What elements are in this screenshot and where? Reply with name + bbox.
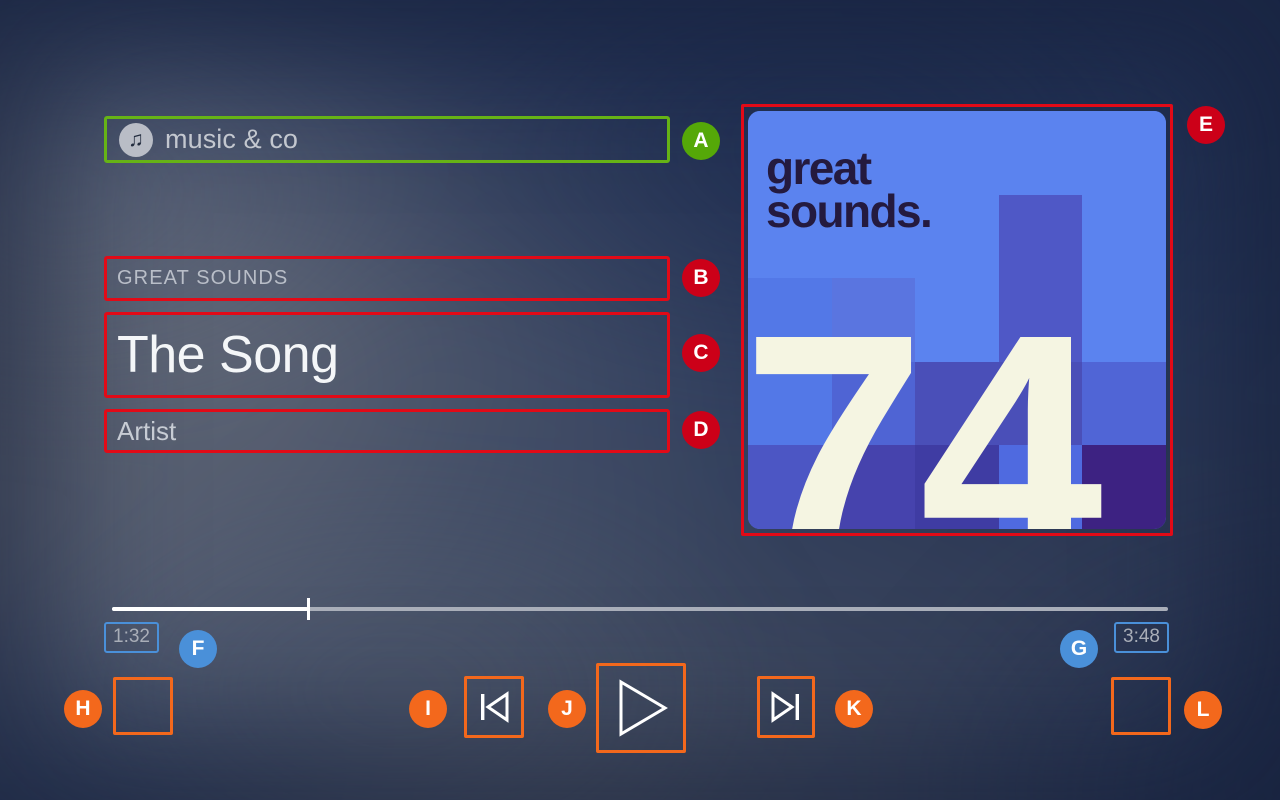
next-track-icon	[771, 691, 799, 723]
annotation-badge-b: B	[682, 259, 720, 297]
next-track-button[interactable]	[757, 676, 815, 738]
album-art-tile	[1082, 111, 1166, 195]
track-title-label: The Song	[117, 326, 339, 384]
progress-fill	[112, 607, 309, 611]
current-time-label: 1:32	[104, 622, 159, 653]
album-art-tile	[998, 111, 1083, 195]
annotation-badge-g: G	[1060, 630, 1098, 668]
music-note-icon: ♫	[119, 122, 153, 157]
progress-handle[interactable]	[307, 598, 311, 620]
annotation-badge-j: J	[548, 690, 586, 728]
total-time-label: 3:48	[1114, 622, 1169, 653]
play-icon	[619, 679, 668, 737]
progress-slider[interactable]	[112, 598, 1168, 620]
previous-track-icon	[481, 691, 509, 723]
previous-track-button[interactable]	[464, 676, 524, 738]
annotation-badge-h: H	[64, 690, 102, 728]
track-title-box[interactable]: The Song	[104, 312, 670, 398]
album-name-box[interactable]: GREAT SOUNDS	[104, 256, 670, 301]
annotation-badge-e: E	[1187, 106, 1225, 144]
annotation-badge-f: F	[179, 630, 217, 668]
annotation-badge-l: L	[1184, 691, 1222, 729]
shuffle-button[interactable]	[113, 677, 173, 735]
annotation-badge-a: A	[682, 122, 720, 160]
repeat-button[interactable]	[1111, 677, 1171, 735]
brand-header-box[interactable]: ♫ music & co	[104, 116, 670, 163]
album-art-box[interactable]: great sounds. 74	[741, 104, 1173, 536]
annotation-badge-i: I	[409, 690, 447, 728]
brand-label: music & co	[165, 124, 299, 154]
repeat-icon	[1126, 696, 1156, 716]
album-art-wordmark: great sounds.	[766, 142, 933, 237]
play-button[interactable]	[596, 663, 686, 753]
shuffle-icon	[128, 696, 158, 716]
annotation-badge-k: K	[835, 690, 873, 728]
album-art-number: 74	[748, 265, 1103, 530]
album-art-image: great sounds. 74	[748, 111, 1166, 529]
artist-name-label: Artist	[117, 415, 177, 446]
artist-name-box[interactable]: Artist	[104, 409, 670, 453]
album-name-label: GREAT SOUNDS	[117, 267, 289, 289]
annotation-badge-d: D	[682, 411, 720, 449]
annotation-badge-c: C	[682, 334, 720, 372]
